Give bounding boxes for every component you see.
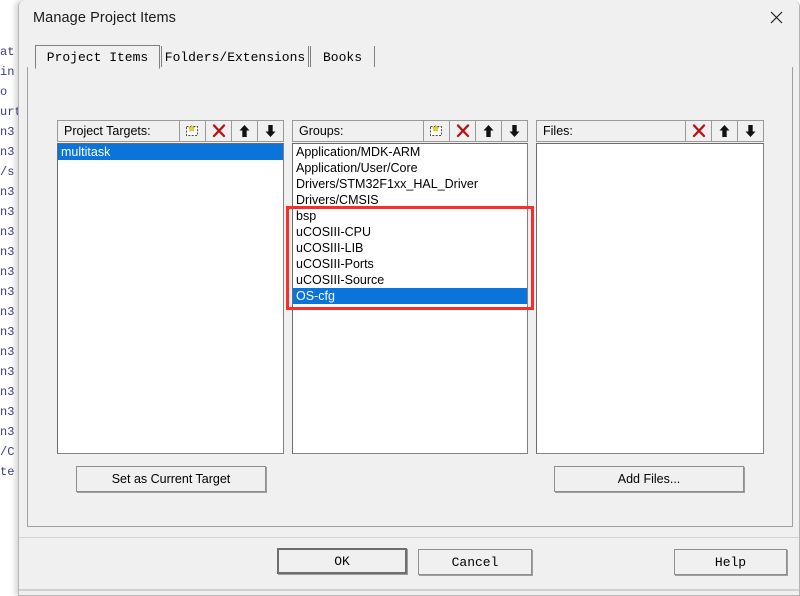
tab-folders-extensions[interactable]: Folders/Extensions (161, 46, 309, 68)
ok-button[interactable]: OK (277, 548, 407, 574)
list-item[interactable]: uCOSIII-CPU (293, 224, 527, 240)
list-item[interactable]: bsp (293, 208, 527, 224)
project-targets-header: Project Targets: (57, 120, 284, 142)
groups-label: Groups: (299, 124, 344, 138)
groups-listbox[interactable]: Application/MDK-ARM Application/User/Cor… (292, 143, 528, 454)
groups-new-item-icon[interactable] (423, 121, 449, 141)
footer-bottom-edge (19, 589, 799, 591)
cancel-label: Cancel (451, 554, 499, 570)
footer-separator (19, 537, 799, 538)
dialog-title: Manage Project Items (33, 10, 177, 26)
project-targets-listbox[interactable]: multitask (57, 143, 284, 454)
groups-arrow-up-icon[interactable] (475, 121, 501, 141)
targets-arrow-down-icon[interactable] (257, 121, 283, 141)
tab-strip: Project Items Folders/Extensions Books (27, 45, 793, 69)
cancel-button[interactable]: Cancel (418, 549, 532, 575)
tab-label: Folders/Extensions (164, 49, 306, 65)
files-arrow-up-icon[interactable] (711, 121, 737, 141)
project-targets-label: Project Targets: (64, 124, 151, 138)
list-item[interactable]: OS-cfg (293, 288, 527, 304)
targets-arrow-up-icon[interactable] (231, 121, 257, 141)
help-label: Help (714, 554, 747, 570)
files-label: Files: (543, 124, 573, 138)
tab-project-items[interactable]: Project Items (35, 45, 160, 69)
files-arrow-down-icon[interactable] (737, 121, 763, 141)
tab-books[interactable]: Books (310, 46, 375, 68)
add-files-label: Add Files... (617, 472, 681, 486)
set-as-current-target-label: Set as Current Target (111, 472, 231, 486)
list-item[interactable]: multitask (58, 144, 283, 160)
list-item[interactable]: Drivers/STM32F1xx_HAL_Driver (293, 176, 527, 192)
tab-label: Project Items (46, 49, 149, 65)
dialog-titlebar: Manage Project Items (19, 0, 799, 40)
list-item[interactable]: Drivers/CMSIS (293, 192, 527, 208)
files-listbox[interactable] (536, 143, 764, 454)
close-icon[interactable] (753, 0, 799, 34)
add-files-button[interactable]: Add Files... (554, 466, 744, 492)
set-as-current-target-button[interactable]: Set as Current Target (76, 466, 266, 492)
list-item[interactable]: Application/MDK-ARM (293, 144, 527, 160)
targets-new-item-icon[interactable] (179, 121, 205, 141)
help-button[interactable]: Help (674, 549, 787, 575)
groups-header: Groups: (292, 120, 528, 142)
ok-label: OK (334, 553, 350, 569)
groups-arrow-down-icon[interactable] (501, 121, 527, 141)
project-items-panel: Project Targets: multitask Groups: Appli… (27, 67, 793, 527)
list-item[interactable]: uCOSIII-LIB (293, 240, 527, 256)
list-item[interactable]: Application/User/Core (293, 160, 527, 176)
manage-project-items-dialog: Manage Project Items Project Items Folde… (18, 0, 800, 596)
files-red-x-icon[interactable] (685, 121, 711, 141)
tab-label: Books (322, 49, 362, 65)
files-header: Files: (536, 120, 764, 142)
targets-red-x-icon[interactable] (205, 121, 231, 141)
list-item[interactable]: uCOSIII-Ports (293, 256, 527, 272)
list-item[interactable]: uCOSIII-Source (293, 272, 527, 288)
groups-red-x-icon[interactable] (449, 121, 475, 141)
